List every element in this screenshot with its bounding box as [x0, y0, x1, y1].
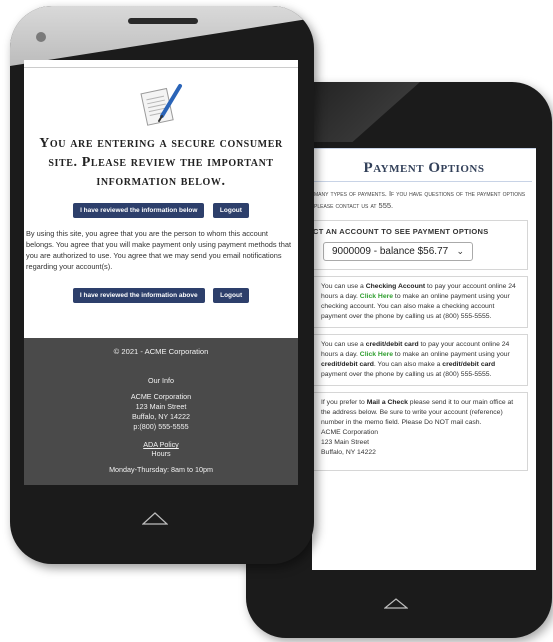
hours-label: Hours: [151, 449, 171, 458]
card-text: to make an online payment using your: [393, 351, 510, 358]
agreement-text: By using this site, you agree that you a…: [26, 229, 291, 271]
mail-check-label: Mail a Check: [366, 399, 408, 406]
account-select-panel: ct an account to see payment options 900…: [312, 220, 528, 270]
footer-address: ACME Corporation 123 Main Street Buffalo…: [24, 392, 298, 432]
checking-account-label: Checking Account: [365, 283, 426, 290]
copyright-text: © 2021 - ACME Corporation: [113, 347, 209, 356]
card-text: You can use a: [321, 341, 366, 348]
secure-site-heading: You are entering a secure consumer site.…: [39, 136, 283, 189]
card-text: payment over the phone by calling us at …: [321, 371, 492, 378]
payment-options-screen: Payment Options many types of payments. …: [312, 148, 536, 570]
phone-top-bezel: [10, 6, 314, 66]
document-pen-icon: [140, 84, 182, 126]
top-divider: [312, 148, 536, 156]
home-button-icon[interactable]: [142, 511, 168, 525]
card-label: credit/debit card: [442, 361, 496, 368]
our-info-heading: Our Info: [148, 376, 174, 385]
footer-street: 123 Main Street: [135, 402, 187, 411]
hours-weekday: Monday-Thursday: 8am to 10pm: [109, 465, 213, 474]
checking-click-here-link[interactable]: Click Here: [360, 293, 393, 300]
reviewed-below-button[interactable]: I have reviewed the information below: [73, 203, 205, 218]
speaker-icon: [128, 18, 198, 24]
top-bar: [24, 60, 298, 68]
card-label: credit/debit card: [321, 361, 374, 368]
top-button-row: I have reviewed the information below Lo…: [24, 199, 298, 218]
site-footer: © 2021 - ACME Corporation Our Info ACME …: [24, 338, 298, 485]
intro-text: many types of payments. If you have ques…: [314, 189, 526, 210]
chevron-down-icon: ⌄: [456, 246, 464, 256]
account-select[interactable]: 9000009 - balance $56.77 ⌄: [323, 242, 473, 261]
page-title: Payment Options: [363, 160, 485, 176]
mail-address-line: ACME Corporation: [321, 429, 379, 436]
account-select-label: ct an account to see payment options: [313, 227, 489, 236]
account-select-value: 9000009 - balance $56.77: [332, 246, 449, 257]
footer-phone: p:(800) 555-5555: [133, 422, 189, 431]
checking-option-card: You can use a Checking Account to pay yo…: [312, 276, 528, 328]
card-click-here-link[interactable]: Click Here: [360, 351, 393, 358]
secure-site-screen: You are entering a secure consumer site.…: [24, 60, 298, 485]
card-text: . You can also make a: [373, 361, 443, 368]
logout-button[interactable]: Logout: [212, 203, 249, 218]
home-button-icon[interactable]: [384, 597, 408, 609]
footer-company: ACME Corporation: [130, 392, 192, 401]
card-option-card: You can use a credit/debit card to pay y…: [312, 334, 528, 386]
mail-address-line: 123 Main Street: [321, 439, 369, 446]
footer-city: Buffalo, NY 14222: [131, 412, 191, 421]
reviewed-above-button[interactable]: I have reviewed the information above: [72, 288, 205, 303]
mail-address-line: Buffalo, NY 14222: [321, 449, 376, 456]
camera-icon: [36, 32, 46, 42]
card-label: credit/debit card: [365, 341, 419, 348]
ada-policy-link[interactable]: ADA Policy: [24, 440, 298, 449]
logout-button[interactable]: Logout: [213, 288, 250, 303]
title-divider: [312, 181, 532, 182]
check-text: If you prefer to: [321, 399, 367, 406]
checking-text: You can use a: [321, 283, 366, 290]
check-option-card: If you prefer to Mail a Check please sen…: [312, 392, 528, 471]
bottom-button-row: I have reviewed the information above Lo…: [24, 284, 298, 303]
